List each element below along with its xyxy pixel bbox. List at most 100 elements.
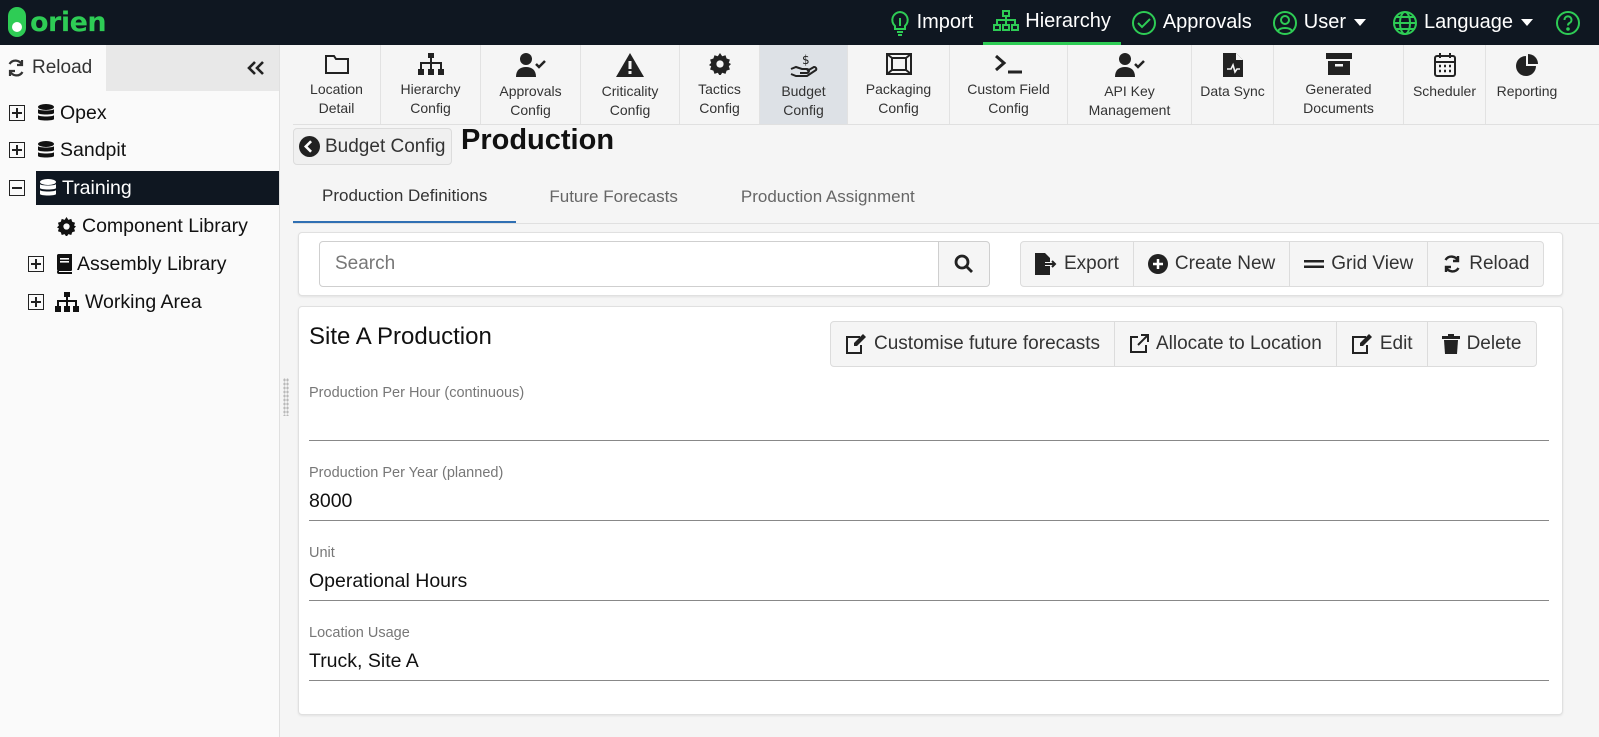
tool-label: Scheduler — [1412, 83, 1477, 99]
tool-label: API Key — [1104, 83, 1155, 99]
topnav-approvals[interactable]: Approvals — [1121, 0, 1262, 45]
sidebar-resize-handle[interactable] — [283, 378, 289, 416]
tool-label: Hierarchy — [400, 81, 461, 97]
tool-budget-config[interactable]: $ Budget Config — [760, 45, 848, 124]
tool-label: Detail — [318, 100, 355, 116]
field-production-per-hour: Production Per Hour (continuous) — [309, 385, 1549, 441]
top-bar: orien Import Hierarchy Approvals User La… — [0, 0, 1599, 45]
folder-icon — [324, 55, 349, 74]
export-button[interactable]: Export — [1020, 241, 1134, 287]
tree-item-working-area[interactable]: Working Area — [28, 285, 202, 319]
calendar-icon — [1433, 53, 1456, 77]
gear-icon — [708, 53, 731, 75]
help-button[interactable] — [1549, 0, 1599, 45]
tool-generated-documents[interactable]: Generated Documents — [1274, 45, 1404, 124]
tree-item-assembly-library[interactable]: Assembly Library — [28, 247, 227, 281]
detail-title: Site A Production — [309, 323, 492, 350]
tool-criticality-config[interactable]: Criticality Config — [581, 45, 680, 124]
tab-production-definitions[interactable]: Production Definitions — [293, 171, 517, 223]
field-production-per-year: Production Per Year (planned) 8000 — [309, 465, 1549, 521]
topnav-label: Hierarchy — [1025, 9, 1111, 32]
sidebar-reload-label: Reload — [32, 57, 93, 78]
tool-custom-field-config[interactable]: Custom Field Config — [950, 45, 1068, 124]
tool-location-detail[interactable]: Location Detail — [293, 45, 381, 124]
file-export-icon — [1035, 253, 1057, 275]
sitemap-icon — [993, 10, 1020, 31]
tool-label: Management — [1088, 102, 1171, 118]
field-value: 8000 — [309, 490, 353, 512]
lightbulb-icon — [890, 10, 909, 36]
detail-actions: Customise future forecasts Allocate to L… — [830, 321, 1537, 367]
topnav-label: Import — [916, 11, 974, 33]
tree-item-opex[interactable]: Opex — [9, 96, 107, 130]
tree-item-selected-highlight: Training — [36, 171, 279, 205]
warning-icon — [616, 53, 644, 77]
tool-label: Reporting — [1496, 83, 1558, 99]
tool-label: Config — [988, 100, 1029, 116]
create-new-button[interactable]: Create New — [1132, 241, 1291, 287]
refresh-icon — [1444, 255, 1460, 273]
tool-label: Generated — [1305, 81, 1372, 97]
tool-data-sync[interactable]: Data Sync — [1192, 45, 1274, 124]
logo-mark-icon — [8, 7, 26, 37]
sidebar: Reload Opex Sandpit Training Component L… — [0, 45, 280, 737]
tool-scheduler[interactable]: Scheduler — [1404, 45, 1486, 124]
grid-view-button[interactable]: Grid View — [1289, 241, 1429, 287]
search-button[interactable] — [938, 241, 990, 287]
logo[interactable]: orien — [8, 4, 107, 40]
logo-text: orien — [30, 6, 107, 38]
top-nav: Import Hierarchy Approvals User Language — [879, 0, 1599, 45]
topnav-hierarchy[interactable]: Hierarchy — [983, 0, 1121, 45]
packaging-icon — [885, 53, 912, 75]
tab-future-forecasts[interactable]: Future Forecasts — [516, 171, 711, 223]
tool-tactics-config[interactable]: Tactics Config — [680, 45, 760, 124]
expand-icon[interactable] — [28, 294, 44, 310]
tab-production-assignment[interactable]: Production Assignment — [711, 171, 945, 223]
export-label: Export — [1064, 253, 1119, 274]
sidebar-collapse-button[interactable] — [106, 45, 279, 91]
topnav-label: User — [1303, 11, 1347, 33]
tree-item-sandpit[interactable]: Sandpit — [9, 133, 126, 167]
field-value: Operational Hours — [309, 570, 468, 592]
allocate-location-button[interactable]: Allocate to Location — [1113, 321, 1337, 367]
search-icon — [954, 254, 973, 273]
topnav-import[interactable]: Import — [879, 0, 984, 45]
create-new-label: Create New — [1174, 253, 1276, 274]
search-input[interactable] — [319, 241, 939, 287]
globe-icon — [1393, 10, 1418, 35]
expand-icon[interactable] — [9, 105, 25, 121]
tool-packaging-config[interactable]: Packaging Config — [848, 45, 950, 124]
reload-button[interactable]: Reload — [1427, 241, 1545, 287]
edit-icon — [846, 334, 866, 354]
sidebar-header: Reload — [0, 45, 279, 91]
double-chevron-left-icon — [247, 61, 264, 75]
plus-circle-icon — [1147, 254, 1168, 274]
field-label: Location Usage — [309, 625, 410, 641]
tool-label: Config — [609, 102, 651, 118]
tool-approvals-config[interactable]: Approvals Config — [481, 45, 581, 124]
edit-button[interactable]: Edit — [1335, 321, 1428, 367]
tool-label: Config — [783, 102, 824, 118]
customise-forecasts-button[interactable]: Customise future forecasts — [830, 321, 1115, 367]
grid-view-label: Grid View — [1331, 253, 1414, 274]
back-button[interactable]: Budget Config — [293, 128, 452, 165]
archive-icon — [1325, 53, 1352, 75]
tree-item-component-library[interactable]: Component Library — [57, 209, 248, 243]
topnav-user[interactable]: User — [1262, 0, 1382, 45]
topnav-language[interactable]: Language — [1382, 0, 1549, 45]
book-icon — [55, 254, 73, 274]
delete-button[interactable]: Delete — [1426, 321, 1537, 367]
tree-item-training[interactable]: Training — [9, 171, 279, 205]
tool-hierarchy-config[interactable]: Hierarchy Config — [381, 45, 481, 124]
pie-chart-icon — [1516, 54, 1538, 76]
tool-reporting[interactable]: Reporting — [1486, 45, 1568, 124]
field-label: Production Per Year (planned) — [309, 465, 504, 481]
field-unit: Unit Operational Hours — [309, 545, 1549, 601]
tool-api-key-management[interactable]: API Key Management — [1068, 45, 1192, 124]
collapse-icon[interactable] — [9, 180, 25, 196]
delete-label: Delete — [1466, 333, 1522, 354]
sidebar-reload-button[interactable]: Reload — [0, 45, 106, 91]
field-location-usage: Location Usage Truck, Site A — [309, 625, 1549, 681]
expand-icon[interactable] — [28, 256, 44, 272]
expand-icon[interactable] — [9, 142, 25, 158]
